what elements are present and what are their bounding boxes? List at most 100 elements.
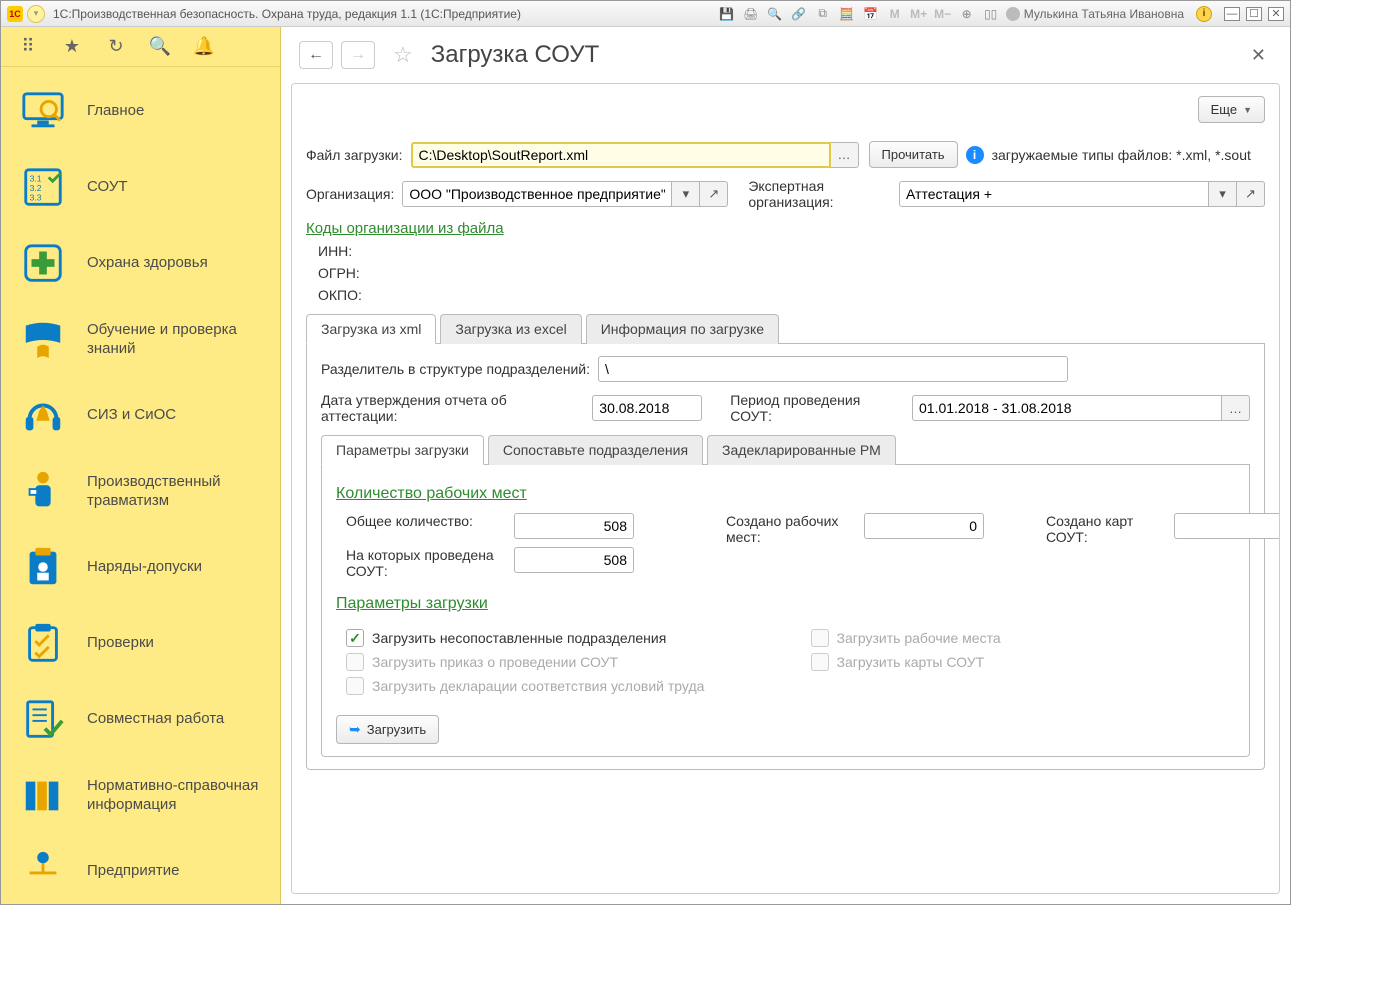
expert-org-input[interactable] xyxy=(899,181,1209,207)
sidebar-item-inspections[interactable]: Проверки xyxy=(1,605,280,681)
total-label: Общее количество: xyxy=(346,513,496,529)
more-button[interactable]: Еще▼ xyxy=(1198,96,1265,123)
chk-load-workplaces xyxy=(811,629,829,647)
sidebar-item-health[interactable]: Охрана здоровья xyxy=(1,225,280,301)
notifications-icon[interactable]: 🔔 xyxy=(193,36,215,58)
app-menu-dropdown[interactable]: ▾ xyxy=(27,5,45,23)
approval-date-input[interactable] xyxy=(592,395,702,421)
sidebar-item-injury[interactable]: Производственный травматизм xyxy=(1,453,280,529)
sout-done-input[interactable] xyxy=(514,547,634,573)
nav-back-button[interactable]: ← xyxy=(299,41,333,69)
compare-icon[interactable]: ⧉ xyxy=(814,5,832,23)
outer-tabs: Загрузка из xml Загрузка из excel Информ… xyxy=(306,313,1265,344)
m-icon[interactable]: M xyxy=(886,5,904,23)
period-picker-button[interactable]: … xyxy=(1222,395,1250,421)
read-button[interactable]: Прочитать xyxy=(869,141,958,168)
sidebar-item-label: Наряды-допуски xyxy=(87,557,202,577)
expert-org-label: Экспертная организация: xyxy=(748,178,891,210)
calc-icon[interactable]: 🧮 xyxy=(838,5,856,23)
close-button[interactable]: ✕ xyxy=(1268,7,1284,21)
sidebar-toolbar: ⠿ ★ ↻ 🔍 🔔 xyxy=(1,27,280,67)
logo-1c: 1C xyxy=(7,6,23,22)
sidebar: ⠿ ★ ↻ 🔍 🔔 Главное 3.13.23.3 СОУТ xyxy=(1,27,281,904)
sidebar-item-collaboration[interactable]: Совместная работа xyxy=(1,681,280,757)
subtab-match[interactable]: Сопоставьте подразделения xyxy=(488,435,703,465)
chk-load-declarations xyxy=(346,677,364,695)
created-wp-input[interactable] xyxy=(864,513,984,539)
sidebar-item-label: СОУТ xyxy=(87,177,128,197)
sidebar-item-label: Главное xyxy=(87,101,144,121)
info-icon[interactable]: i xyxy=(1196,6,1212,22)
favorites-icon[interactable]: ★ xyxy=(61,36,83,58)
content-panel: Еще▼ Файл загрузки: … Прочитать i загруж… xyxy=(291,83,1280,894)
m-plus-icon[interactable]: M+ xyxy=(910,5,928,23)
zoom-icon[interactable]: ⊕ xyxy=(958,5,976,23)
org-open-button[interactable]: ↗ xyxy=(700,181,728,207)
file-types-hint: загружаемые типы файлов: *.xml, *.sout xyxy=(992,147,1251,163)
toolbar-icons: 💾 🖨 🔍 🔗 ⧉ 🧮 📅 M M+ M− ⊕ ▯▯ xyxy=(718,5,1000,23)
print-icon[interactable]: 🖨 xyxy=(742,5,760,23)
page-title: Загрузка СОУТ xyxy=(431,41,600,69)
tab-load-excel[interactable]: Загрузка из excel xyxy=(440,314,581,344)
inn-label: ИНН: xyxy=(318,243,1265,259)
m-minus-icon[interactable]: M− xyxy=(934,5,952,23)
favorite-star-icon[interactable]: ☆ xyxy=(393,42,413,68)
chk-load-unmatched[interactable] xyxy=(346,629,364,647)
maximize-button[interactable]: ☐ xyxy=(1246,7,1262,21)
sections-menu-icon[interactable]: ⠿ xyxy=(17,36,39,58)
org-label: Организация: xyxy=(306,186,394,202)
chk-load-unmatched-label: Загрузить несопоставленные подразделения xyxy=(372,630,666,646)
minimize-button[interactable]: — xyxy=(1224,7,1240,21)
main-area: ← → ☆ Загрузка СОУТ ✕ Еще▼ Файл загрузки… xyxy=(281,27,1290,904)
sidebar-item-label: СИЗ и СиОС xyxy=(87,405,176,425)
monitor-icon xyxy=(17,85,69,137)
subtab-declared[interactable]: Задекларированные РМ xyxy=(707,435,896,465)
main-header: ← → ☆ Загрузка СОУТ ✕ xyxy=(281,27,1290,83)
inner-tabs: Параметры загрузки Сопоставьте подраздел… xyxy=(321,434,1250,465)
expert-org-open-button[interactable]: ↗ xyxy=(1237,181,1265,207)
file-input[interactable] xyxy=(411,142,831,168)
tab-load-xml[interactable]: Загрузка из xml xyxy=(306,314,436,344)
history-icon[interactable]: ↻ xyxy=(105,36,127,58)
user-badge[interactable]: Мулькина Татьяна Ивановна xyxy=(1000,7,1190,21)
sidebar-item-label: Обучение и проверка знаний xyxy=(87,320,264,359)
sidebar-item-label: Производственный травматизм xyxy=(87,472,264,511)
delimiter-input[interactable] xyxy=(598,356,1068,382)
info-icon[interactable]: i xyxy=(966,146,984,164)
org-input[interactable] xyxy=(402,181,672,207)
link-icon[interactable]: 🔗 xyxy=(790,5,808,23)
ogrn-label: ОГРН: xyxy=(318,265,1265,281)
sidebar-item-reference[interactable]: Нормативно-справочная информация xyxy=(1,757,280,833)
subtab-params[interactable]: Параметры загрузки xyxy=(321,435,484,465)
avatar-icon xyxy=(1006,7,1020,21)
sidebar-item-sout[interactable]: 3.13.23.3 СОУТ xyxy=(1,149,280,225)
sidebar-item-permits[interactable]: Наряды-допуски xyxy=(1,529,280,605)
search-icon[interactable]: 🔍 xyxy=(766,5,784,23)
save-icon[interactable]: 💾 xyxy=(718,5,736,23)
sidebar-item-label: Охрана здоровья xyxy=(87,253,208,273)
total-input[interactable] xyxy=(514,513,634,539)
panels-icon[interactable]: ▯▯ xyxy=(982,5,1000,23)
nav-forward-button[interactable]: → xyxy=(341,41,375,69)
approval-date-label: Дата утверждения отчета об аттестации: xyxy=(321,392,584,424)
clipboard-person-icon xyxy=(17,541,69,593)
sidebar-item-siz[interactable]: СИЗ и СиОС xyxy=(1,377,280,453)
titlebar: 1C ▾ 1С:Производственная безопасность. О… xyxy=(1,1,1290,27)
created-cards-input[interactable] xyxy=(1174,513,1280,539)
tab-load-info[interactable]: Информация по загрузке xyxy=(586,314,779,344)
sidebar-item-training[interactable]: Обучение и проверка знаний xyxy=(1,301,280,377)
codes-link[interactable]: Коды организации из файла xyxy=(306,220,504,237)
period-input[interactable] xyxy=(912,395,1222,421)
load-button[interactable]: ➥ Загрузить xyxy=(336,715,439,744)
chk-load-cards xyxy=(811,653,829,671)
close-page-button[interactable]: ✕ xyxy=(1245,39,1272,72)
sidebar-item-enterprise[interactable]: Предприятие xyxy=(1,833,280,904)
file-browse-button[interactable]: … xyxy=(831,142,859,168)
calendar-icon[interactable]: 📅 xyxy=(862,5,880,23)
search-sidebar-icon[interactable]: 🔍 xyxy=(149,36,171,58)
sidebar-item-main[interactable]: Главное xyxy=(1,73,280,149)
params-heading: Параметры загрузки xyxy=(336,595,1235,613)
expert-org-dropdown-button[interactable]: ▾ xyxy=(1209,181,1237,207)
org-dropdown-button[interactable]: ▾ xyxy=(672,181,700,207)
load-arrow-icon: ➥ xyxy=(349,721,361,738)
